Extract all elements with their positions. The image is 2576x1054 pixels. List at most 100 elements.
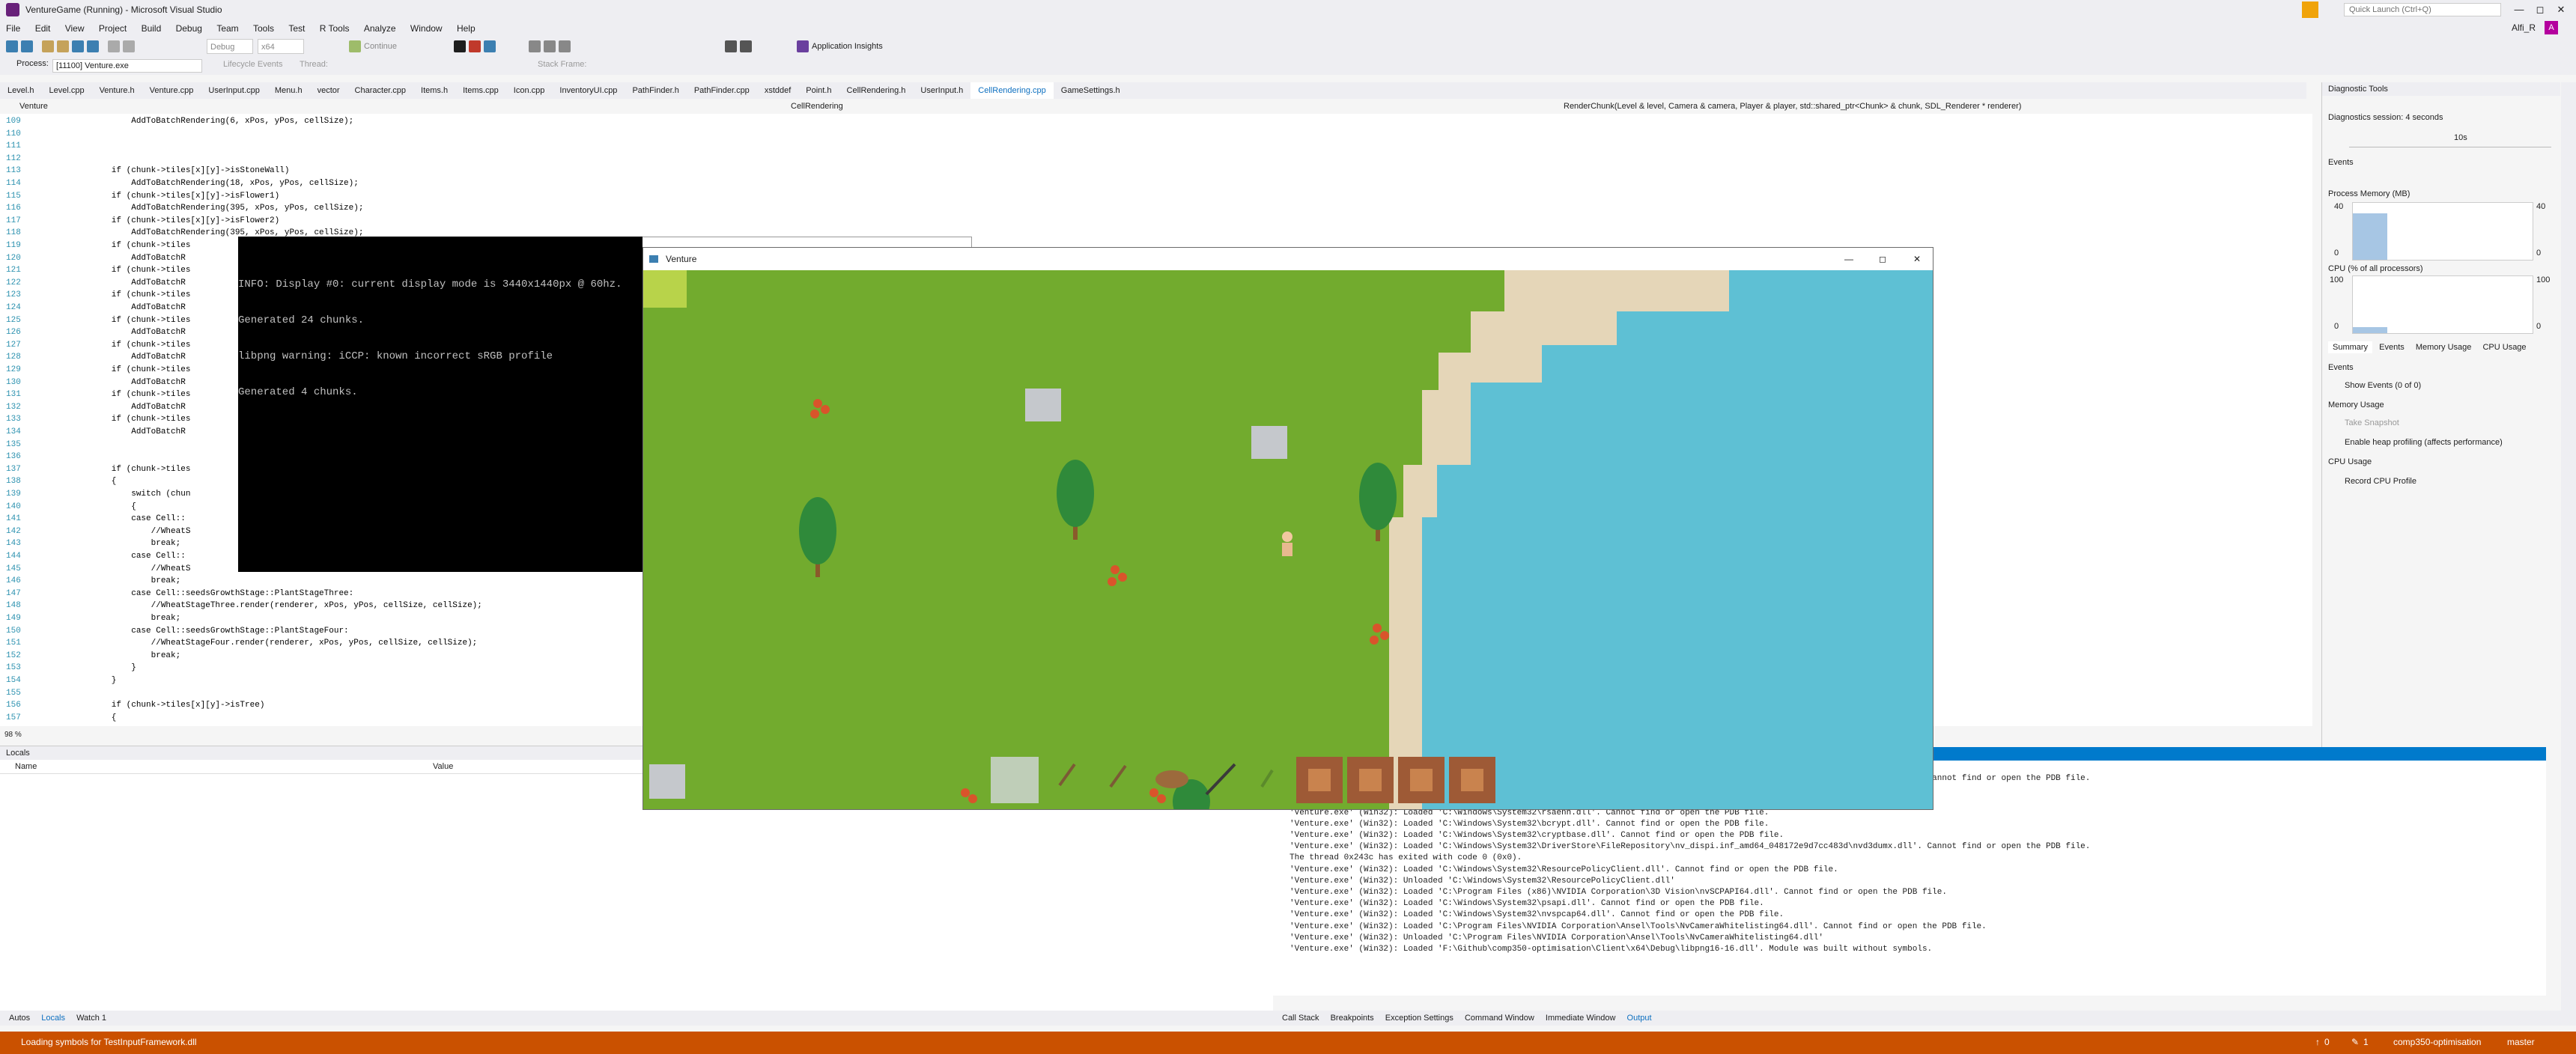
menu-help[interactable]: Help — [451, 19, 482, 36]
notification-filter-icon[interactable] — [2302, 1, 2318, 18]
status-pencil-icon[interactable]: ✎ — [2351, 1032, 2359, 1053]
tab-level-cpp[interactable]: Level.cpp — [41, 82, 91, 99]
code-line[interactable]: //WheatStageThree.render(renderer, xPos,… — [72, 601, 482, 610]
tab-memory-usage[interactable]: Memory Usage — [2411, 341, 2476, 353]
record-cpu-profile-button[interactable]: Record CPU Profile — [2339, 475, 2416, 488]
code-line[interactable]: } — [72, 676, 117, 685]
maximize-button[interactable]: ◻ — [2533, 2, 2548, 17]
save-all-icon[interactable] — [87, 40, 99, 52]
forward-icon[interactable] — [21, 40, 33, 52]
step-out-icon[interactable] — [559, 40, 571, 52]
code-line[interactable]: AddToBatchR — [72, 254, 186, 263]
code-line[interactable]: if (chunk->tiles — [72, 241, 191, 250]
code-line[interactable]: AddToBatchR — [72, 403, 186, 412]
tab-items-h[interactable]: Items.h — [413, 82, 455, 99]
tab-summary[interactable]: Summary — [2328, 341, 2373, 353]
game-canvas[interactable] — [643, 270, 1933, 809]
code-line[interactable]: { — [72, 713, 117, 722]
code-line[interactable]: if (chunk->tiles[x][y]->isStoneWall) — [72, 166, 290, 175]
code-line[interactable]: AddToBatchRendering(18, xPos, yPos, cell… — [72, 179, 359, 188]
tab-vector[interactable]: vector — [310, 82, 347, 99]
code-line[interactable]: case Cell:: — [72, 514, 186, 523]
configuration-dropdown[interactable]: Debug — [207, 39, 253, 54]
enable-heap-profiling-checkbox[interactable]: Enable heap profiling (affects performan… — [2339, 436, 2503, 449]
menu-project[interactable]: Project — [93, 19, 133, 36]
pause-icon[interactable] — [454, 40, 466, 52]
code-line[interactable]: case Cell:: — [72, 552, 186, 561]
process-memory-section[interactable]: Process Memory (MB) — [2322, 187, 2410, 201]
back-icon[interactable] — [6, 40, 18, 52]
menu-analyze[interactable]: Analyze — [358, 19, 402, 36]
code-line[interactable]: AddToBatchR — [72, 328, 186, 337]
code-line[interactable]: break; — [72, 651, 181, 660]
tab-gamesettings-h[interactable]: GameSettings.h — [1054, 82, 1128, 99]
code-line[interactable]: { — [72, 502, 136, 511]
events-section[interactable]: Events — [2322, 156, 2354, 169]
tab-immediate-window[interactable]: Immediate Window — [1546, 1014, 1616, 1023]
code-line[interactable]: AddToBatchR — [72, 278, 186, 287]
tab-xstddef[interactable]: xstddef — [757, 82, 798, 99]
code-line[interactable]: } — [72, 663, 136, 672]
tab-cellrendering-cpp[interactable]: CellRendering.cpp — [970, 82, 1054, 99]
code-line[interactable]: if (chunk->tiles[x][y]->isTree) — [72, 701, 265, 710]
locals-name-column[interactable]: Name — [15, 760, 37, 773]
game-window[interactable]: Venture — ◻ ✕ — [643, 247, 1933, 810]
code-line[interactable]: if (chunk->tiles — [72, 465, 191, 474]
code-line[interactable]: break; — [72, 614, 181, 623]
menu-tools[interactable]: Tools — [247, 19, 280, 36]
lifecycle-events-dropdown[interactable]: Lifecycle Events — [223, 60, 282, 69]
quick-launch-input[interactable]: Quick Launch (Ctrl+Q) — [2344, 3, 2501, 16]
tab-breakpoints[interactable]: Breakpoints — [1331, 1014, 1374, 1023]
tab-command-window[interactable]: Command Window — [1465, 1014, 1534, 1023]
game-maximize-button[interactable]: ◻ — [1879, 248, 1886, 270]
code-line[interactable]: break; — [72, 576, 181, 585]
tab-venture-h[interactable]: Venture.h — [92, 82, 142, 99]
menu-edit[interactable]: Edit — [29, 19, 57, 36]
cpu-section[interactable]: CPU (% of all processors) — [2322, 262, 2423, 275]
code-line[interactable]: AddToBatchR — [72, 303, 186, 312]
game-close-button[interactable]: ✕ — [1913, 248, 1921, 270]
code-line[interactable]: { — [72, 477, 117, 486]
zoom-level[interactable]: 98 % — [4, 731, 22, 739]
code-line[interactable]: if (chunk->tiles — [72, 290, 191, 299]
game-world[interactable] — [643, 270, 1933, 809]
save-icon[interactable] — [72, 40, 84, 52]
process-dropdown[interactable]: [11100] Venture.exe — [52, 59, 202, 73]
show-events-link[interactable]: Show Events (0 of 0) — [2339, 379, 2421, 392]
tab-pathfinder-h[interactable]: PathFinder.h — [625, 82, 686, 99]
avatar[interactable]: A — [2545, 21, 2558, 34]
menu-window[interactable]: Window — [404, 19, 449, 36]
tab-icon-cpp[interactable]: Icon.cpp — [506, 82, 553, 99]
game-minimize-button[interactable]: — — [1844, 248, 1853, 270]
menu-test[interactable]: Test — [282, 19, 311, 36]
code-line[interactable]: //WheatS — [72, 527, 191, 536]
tab-items-cpp[interactable]: Items.cpp — [455, 82, 506, 99]
code-line[interactable]: case Cell::seedsGrowthStage::PlantStageF… — [72, 627, 348, 636]
stop-icon[interactable] — [469, 40, 481, 52]
code-line[interactable]: if (chunk->tiles — [72, 365, 191, 374]
redo-icon[interactable] — [123, 40, 135, 52]
tab-character-cpp[interactable]: Character.cpp — [347, 82, 413, 99]
code-line[interactable]: AddToBatchRendering(395, xPos, yPos, cel… — [72, 204, 363, 213]
continue-button[interactable]: Continue — [364, 39, 397, 54]
menu-build[interactable]: Build — [136, 19, 168, 36]
menu-view[interactable]: View — [59, 19, 91, 36]
new-project-icon[interactable] — [42, 40, 54, 52]
step-over-icon[interactable] — [529, 40, 541, 52]
member-dropdown[interactable]: RenderChunk(Level & level, Camera & came… — [1564, 99, 2021, 114]
bookmark-icon[interactable] — [725, 40, 737, 52]
undo-icon[interactable] — [108, 40, 120, 52]
tab-autos[interactable]: Autos — [9, 1014, 30, 1023]
code-line[interactable]: if (chunk->tiles — [72, 415, 191, 424]
code-line[interactable]: if (chunk->tiles[x][y]->isFlower2) — [72, 216, 279, 225]
code-line[interactable]: case Cell::seedsGrowthStage::PlantStageT… — [72, 589, 353, 598]
code-line[interactable]: if (chunk->tiles — [72, 316, 191, 325]
tab-cpu-usage[interactable]: CPU Usage — [2478, 341, 2530, 353]
timeline-ruler[interactable]: 10s — [2349, 133, 2551, 147]
solution-explorer-strip[interactable] — [2561, 82, 2576, 1011]
code-line[interactable]: //WheatStageFour.render(renderer, xPos, … — [72, 639, 478, 648]
close-button[interactable]: ✕ — [2554, 2, 2569, 17]
bookmark-next-icon[interactable] — [740, 40, 752, 52]
status-edit-count[interactable]: 1 — [2363, 1032, 2369, 1053]
tab-point-h[interactable]: Point.h — [798, 82, 839, 99]
